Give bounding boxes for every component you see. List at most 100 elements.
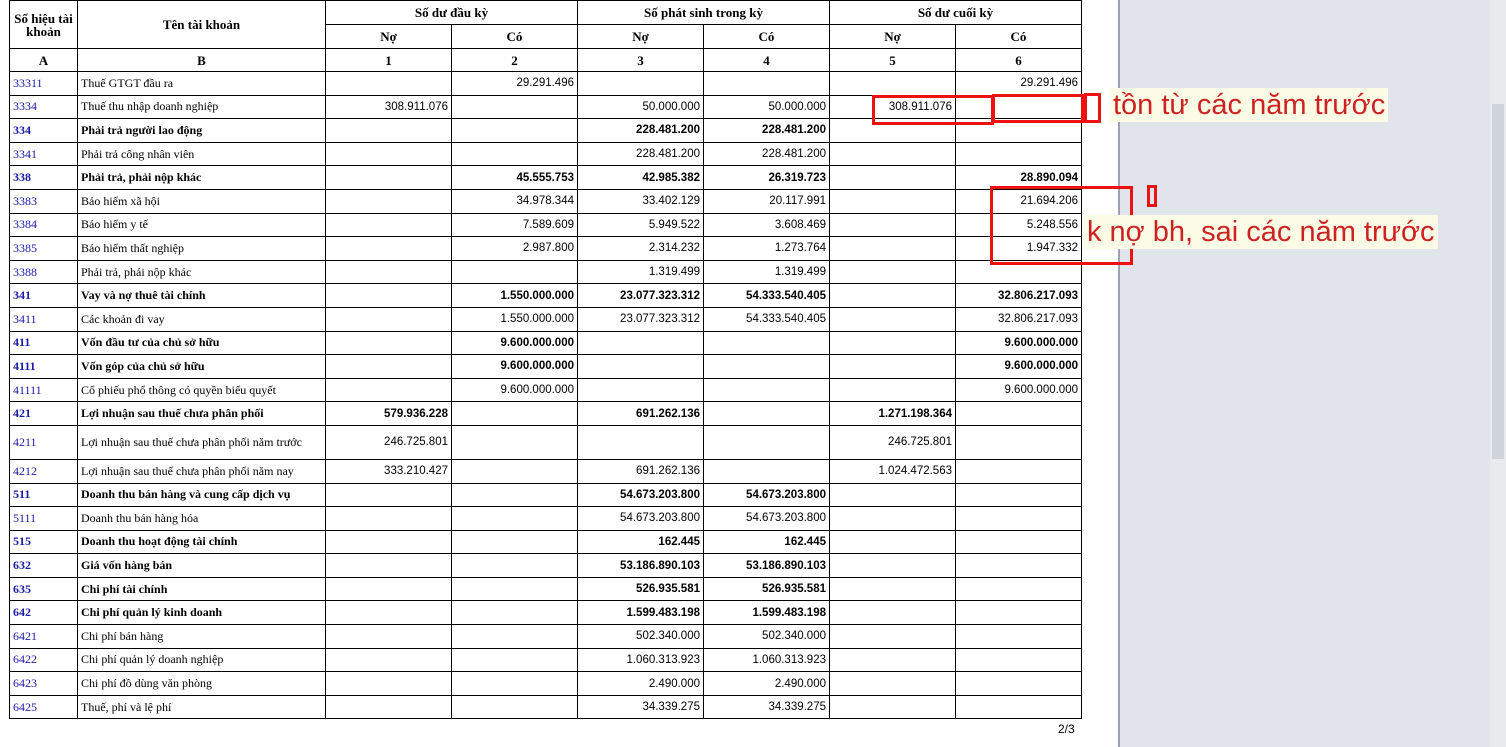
table-row: 421 Lợi nhuận sau thuế chưa phân phối 579.…	[9, 401, 1082, 426]
account-code: 3384	[9, 212, 78, 238]
movement-debit-cell: 23.077.323.312	[577, 283, 704, 308]
table-row: 341 Vay và nợ thuê tài chính 1.550.000.000…	[9, 283, 1082, 308]
closing-debit-cell	[829, 506, 956, 531]
closing-debit-cell	[829, 694, 956, 720]
opening-debit-cell	[325, 624, 452, 649]
account-code: 635	[9, 576, 78, 602]
closing-debit-cell	[829, 141, 956, 167]
movement-debit-cell	[577, 424, 704, 460]
closing-credit-cell: 32.806.217.093	[955, 306, 1082, 332]
account-name: Vốn góp của chủ sở hữu	[77, 354, 326, 379]
account-name: Vay và nợ thuê tài chính	[77, 283, 326, 308]
movement-credit-cell: 34.339.275	[703, 694, 830, 720]
header-closing-balance: Số dư cuối kỳ	[829, 0, 1082, 25]
opening-credit-cell	[451, 529, 578, 555]
account-name: Các khoản đi vay	[77, 306, 326, 332]
account-name: Thuế GTGT đầu ra	[77, 71, 326, 96]
opening-debit-cell	[325, 482, 452, 508]
closing-debit-cell	[829, 259, 956, 285]
closing-debit-cell	[829, 377, 956, 403]
header-opening-balance: Số dư đầu kỳ	[325, 0, 578, 25]
table-row: 632 Giá vốn hàng bán 53.186.890.103 53.186.…	[9, 553, 1082, 578]
table-row: 3411 Các khoản đi vay 1.550.000.000 23.077.…	[9, 306, 1082, 332]
movement-debit-cell: 1.319.499	[577, 259, 704, 285]
account-code: 334	[9, 118, 78, 143]
account-code: 41111	[9, 377, 78, 403]
movement-credit-cell: 1.060.313.923	[703, 647, 830, 673]
table-row: 515 Doanh thu hoạt động tài chính 162.445 1…	[9, 529, 1082, 555]
table-row: 3385 Bảo hiểm thất nghiệp 2.987.800 2.314.2…	[9, 236, 1082, 261]
account-name: Doanh thu bán hàng hóa	[77, 506, 326, 531]
header-credit: Có	[955, 24, 1082, 49]
table-row: 642 Chi phí quản lý kinh doanh 1.599.483.1…	[9, 600, 1082, 626]
movement-debit-cell: 23.077.323.312	[577, 306, 704, 332]
account-name: Phải trả người lao động	[77, 118, 326, 143]
closing-credit-cell	[955, 458, 1082, 484]
opening-credit-cell: 9.600.000.000	[451, 330, 578, 356]
movement-credit-cell	[703, 424, 830, 460]
account-code: 632	[9, 553, 78, 578]
closing-credit-cell	[955, 671, 1082, 696]
account-code: 6425	[9, 694, 78, 720]
closing-debit-cell	[829, 671, 956, 696]
movement-debit-cell: 42.985.382	[577, 165, 704, 190]
column-index: B	[77, 48, 326, 72]
movement-debit-cell: 1.060.313.923	[577, 647, 704, 673]
closing-credit-cell	[955, 624, 1082, 649]
account-code: 33311	[9, 71, 78, 96]
opening-debit-cell	[325, 354, 452, 379]
opening-credit-cell: 7.589.609	[451, 212, 578, 238]
opening-debit-cell	[325, 212, 452, 238]
account-code: 411	[9, 330, 78, 356]
opening-credit-cell: 1.550.000.000	[451, 306, 578, 332]
table-row: 511 Doanh thu bán hàng và cung cấp dịch v…	[9, 482, 1082, 508]
column-index: 5	[829, 48, 956, 72]
account-name: Chi phí quản lý kinh doanh	[77, 600, 326, 626]
header-debit: Nợ	[325, 24, 452, 49]
table-row: 4212 Lợi nhuận sau thuế chưa phân phối nă…	[9, 458, 1082, 484]
account-code: 5111	[9, 506, 78, 531]
movement-debit-cell: 34.339.275	[577, 694, 704, 720]
account-code: 421	[9, 401, 78, 426]
movement-credit-cell	[703, 71, 830, 96]
opening-credit-cell: 45.555.753	[451, 165, 578, 190]
movement-credit-cell: 1.599.483.198	[703, 600, 830, 626]
table-row: 338 Phải trả, phải nộp khác 45.555.753 42.9…	[9, 165, 1082, 190]
opening-credit-cell: 2.987.800	[451, 236, 578, 261]
account-name: Doanh thu bán hàng và cung cấp dịch vụ	[77, 482, 326, 508]
opening-credit-cell: 9.600.000.000	[451, 354, 578, 379]
closing-debit-cell	[829, 576, 956, 602]
opening-debit-cell	[325, 671, 452, 696]
opening-debit-cell	[325, 506, 452, 531]
movement-debit-cell: 54.673.203.800	[577, 506, 704, 531]
movement-credit-cell: 2.490.000	[703, 671, 830, 696]
opening-debit-cell: 246.725.801	[325, 424, 452, 460]
closing-debit-cell	[829, 165, 956, 190]
movement-debit-cell: 1.599.483.198	[577, 600, 704, 626]
movement-debit-cell: 2.314.232	[577, 236, 704, 261]
movement-credit-cell	[703, 330, 830, 356]
movement-debit-cell: 526.935.581	[577, 576, 704, 602]
closing-credit-cell	[955, 600, 1082, 626]
movement-credit-cell	[703, 354, 830, 379]
opening-credit-cell	[451, 553, 578, 578]
opening-credit-cell	[451, 401, 578, 426]
movement-debit-cell: 53.186.890.103	[577, 553, 704, 578]
annotation-note: k nợ bh, sai các năm trước	[1084, 215, 1438, 249]
opening-debit-cell	[325, 647, 452, 673]
movement-credit-cell: 228.481.200	[703, 141, 830, 167]
account-name: Thuế thu nhập doanh nghiệp	[77, 94, 326, 120]
opening-debit-cell	[325, 188, 452, 214]
scrollbar-thumb[interactable]	[1492, 104, 1504, 459]
opening-debit-cell: 333.210.427	[325, 458, 452, 484]
table-body: 33311 Thuế GTGT đầu ra 29.291.496 29.291.49…	[9, 71, 1082, 720]
movement-credit-cell: 3.608.469	[703, 212, 830, 238]
closing-debit-cell	[829, 71, 956, 96]
opening-credit-cell	[451, 694, 578, 720]
closing-debit-cell: 1.024.472.563	[829, 458, 956, 484]
movement-debit-cell	[577, 377, 704, 403]
closing-debit-cell	[829, 624, 956, 649]
account-code: 6421	[9, 624, 78, 649]
closing-credit-cell: 9.600.000.000	[955, 330, 1082, 356]
account-code: 4211	[9, 424, 78, 460]
